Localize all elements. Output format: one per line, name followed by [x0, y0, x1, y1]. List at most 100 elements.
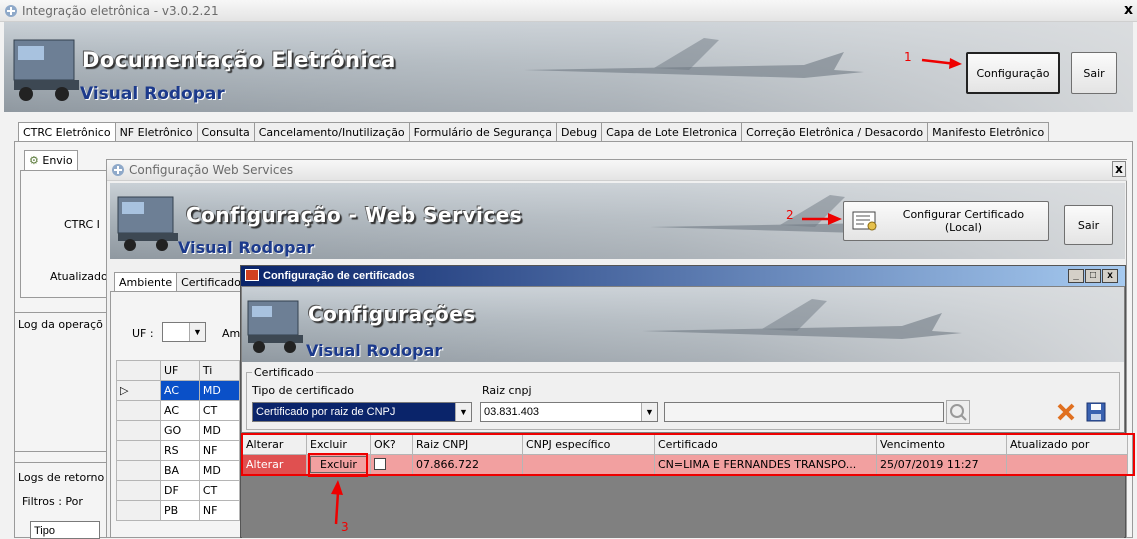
tab-consulta[interactable]: Consulta: [196, 122, 255, 142]
uf-cell: BA: [160, 460, 200, 481]
configuracao-button[interactable]: Configuração: [966, 52, 1060, 94]
uf-cell: GO: [160, 420, 200, 441]
row-header-cell: [116, 460, 161, 481]
row-header-cell: [116, 420, 161, 441]
uf-grid-row[interactable]: BA MD: [116, 460, 241, 481]
cert-banner: Configurações Visual Rodopar: [242, 287, 1124, 362]
raiz-cnpj-select[interactable]: 03.831.403 ▼: [480, 402, 658, 422]
tipo-cell: CT: [198, 480, 241, 501]
main-close-button[interactable]: x: [1124, 2, 1133, 18]
tipo-cell: NF: [198, 440, 241, 461]
app-icon: [4, 3, 18, 17]
uf-grid-header-uf: UF: [160, 360, 200, 381]
tipo-cell: MD: [198, 460, 241, 481]
tipo-certificado-select[interactable]: Certificado por raiz de CNPJ ▼: [252, 402, 472, 422]
ws-tabs: Ambiente Certificado: [114, 272, 246, 292]
filtros-label: Filtros : Por: [22, 495, 83, 508]
tab-formulario-seguranca[interactable]: Formulário de Segurança: [408, 122, 557, 142]
uf-grid-row[interactable]: PB NF: [116, 500, 241, 521]
search-field[interactable]: [664, 402, 944, 422]
uf-grid-row[interactable]: RS NF: [116, 440, 241, 461]
log-operacao-label: Log da operaçõ: [18, 318, 103, 331]
uf-grid: UF Ti ▷ AC MD AC CT GO MD RS NF BA MD DF…: [116, 360, 241, 521]
main-banner-title: Documentação Eletrônica: [82, 48, 396, 72]
cert-window-icon: [245, 269, 259, 281]
uf-cell: RS: [160, 440, 200, 461]
tab-manifesto-eletronico[interactable]: Manifesto Eletrônico: [927, 122, 1050, 142]
cert-truck-logo-icon: [247, 300, 303, 353]
ws-app-icon: [111, 163, 125, 177]
maximize-button[interactable]: □: [1085, 269, 1101, 283]
uf-cell: AC: [160, 380, 200, 401]
row-header-cell: [116, 440, 161, 461]
am-label: Am: [222, 327, 241, 340]
log-operacao-group: [14, 312, 120, 452]
minimize-button[interactable]: _: [1068, 269, 1084, 283]
tab-ctrc-eletronico[interactable]: CTRC Eletrônico: [18, 122, 116, 142]
cert-banner-title: Configurações: [308, 302, 476, 326]
cert-window-controls: _ □ x: [1068, 269, 1118, 283]
tipo-cell: NF: [198, 500, 241, 521]
delete-button[interactable]: [1054, 400, 1078, 424]
certificado-group-label: Certificado: [252, 366, 316, 379]
annotation-highlight-excluir: [308, 453, 368, 477]
certificate-icon: [852, 211, 877, 231]
main-window-titlebar: Integração eletrônica - v3.0.2.21: [0, 0, 1137, 22]
ws-window-title: Configuração Web Services: [129, 163, 294, 177]
ctrc-label: CTRC I: [64, 218, 100, 231]
logs-retorno-label: Logs de retorno: [18, 471, 105, 484]
uf-grid-row[interactable]: DF CT: [116, 480, 241, 501]
ws-banner-subtitle: Visual Rodopar: [178, 238, 315, 257]
annotation-highlight-grid: [241, 433, 1135, 476]
uf-cell: DF: [160, 480, 200, 501]
uf-select[interactable]: ▼: [162, 322, 206, 342]
main-banner-subtitle: Visual Rodopar: [80, 84, 225, 104]
annotation-arrow-2: [802, 213, 842, 225]
ws-window-titlebar: Configuração Web Services: [107, 160, 1127, 181]
tipo-field[interactable]: Tipo: [30, 521, 100, 539]
uf-grid-row[interactable]: GO MD: [116, 420, 241, 441]
tab-certificado[interactable]: Certificado: [176, 272, 246, 292]
annotation-step-2: 2: [786, 208, 794, 222]
tab-envio[interactable]: ⚙ Envio: [24, 150, 78, 170]
tab-debug[interactable]: Debug: [555, 122, 603, 142]
uf-cell: PB: [160, 500, 200, 521]
annotation-step-1: 1: [904, 50, 912, 64]
save-button[interactable]: [1084, 400, 1108, 424]
main-window-title: Integração eletrônica - v3.0.2.21: [22, 4, 219, 18]
row-indicator-icon: ▷: [116, 380, 161, 401]
search-button[interactable]: [946, 400, 970, 424]
configurar-certificado-button[interactable]: Configurar Certificado (Local): [843, 201, 1049, 241]
airplane-image: [524, 38, 864, 78]
tipo-cell: CT: [198, 400, 241, 421]
row-header-cell: [116, 500, 161, 521]
uf-grid-row[interactable]: ▷ AC MD: [116, 380, 241, 401]
delete-x-icon: [1057, 403, 1075, 421]
tab-cancelamento[interactable]: Cancelamento/Inutilização: [253, 122, 410, 142]
main-exit-button[interactable]: Sair: [1071, 52, 1117, 94]
tab-correcao-eletronica[interactable]: Correção Eletrônica / Desacordo: [741, 122, 929, 142]
raiz-cnpj-label: Raiz cnpj: [482, 384, 532, 397]
ws-close-button[interactable]: x: [1112, 161, 1126, 177]
tab-nf-eletronico[interactable]: NF Eletrônico: [114, 122, 198, 142]
cert-close-button[interactable]: x: [1102, 269, 1118, 283]
cert-banner-subtitle: Visual Rodopar: [306, 341, 443, 360]
row-header-cell: [116, 480, 161, 501]
uf-cell: AC: [160, 400, 200, 421]
sub-tabs: ⚙ Envio: [24, 150, 78, 170]
row-header-cell: [116, 400, 161, 421]
annotation-arrow-1: [921, 58, 962, 69]
cert-window-titlebar: Configuração de certificados: [241, 266, 1125, 286]
uf-grid-header-tipo: Ti: [198, 360, 241, 381]
cert-airplane-image: [642, 299, 962, 339]
tipo-cell: MD: [198, 380, 241, 401]
uf-grid-corner: [116, 360, 161, 381]
ws-banner-title: Configuração - Web Services: [186, 203, 523, 227]
uf-grid-row[interactable]: AC CT: [116, 400, 241, 421]
tab-capa-lote[interactable]: Capa de Lote Eletronica: [601, 122, 743, 142]
ws-exit-button[interactable]: Sair: [1064, 205, 1113, 245]
uf-label: UF :: [132, 327, 154, 340]
cert-window-title: Configuração de certificados: [263, 270, 415, 282]
tab-ambiente[interactable]: Ambiente: [114, 272, 178, 292]
main-tabs: CTRC Eletrônico NF Eletrônico Consulta C…: [18, 122, 1050, 142]
